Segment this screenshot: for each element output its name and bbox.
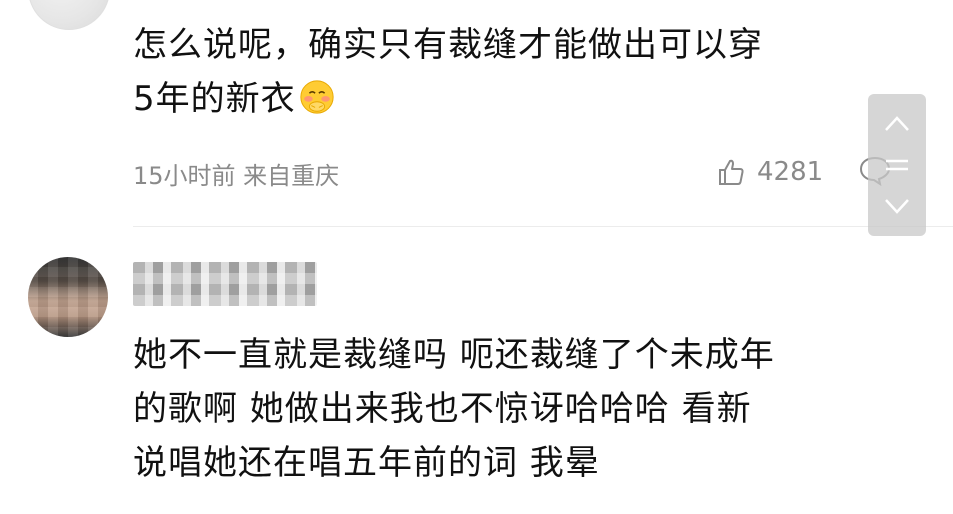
comment-line: 她不一直就是裁缝吗 呃还裁缝了个未成年 xyxy=(133,335,775,375)
chevron-down-icon[interactable] xyxy=(868,190,926,224)
comment-meta: 15小时前 来自重庆 xyxy=(133,162,340,190)
username-redacted[interactable] xyxy=(133,262,317,306)
divider xyxy=(133,226,953,227)
shy-face-emoji-icon xyxy=(300,80,334,114)
chevron-up-icon[interactable] xyxy=(868,106,926,140)
comment-line: 的歌啊 她做出来我也不惊讶哈哈哈 看新 xyxy=(133,389,752,429)
comment-line-text: 5年的新衣 xyxy=(133,79,296,119)
avatar[interactable] xyxy=(28,257,108,337)
comment-body: 怎么说呢，确实只有裁缝才能做出可以穿 5年的新衣 xyxy=(133,18,763,126)
drag-handle-icon[interactable] xyxy=(868,154,926,178)
avatar-blur xyxy=(28,257,108,337)
comment-line: 说唱她还在唱五年前的词 我晕 xyxy=(133,443,600,483)
avatar[interactable] xyxy=(28,0,110,30)
like-button[interactable]: 4281 xyxy=(717,154,823,190)
comment-line: 5年的新衣 xyxy=(133,72,763,126)
comment-body: 她不一直就是裁缝吗 呃还裁缝了个未成年 的歌啊 她做出来我也不惊讶哈哈哈 看新 … xyxy=(133,328,775,490)
thumbs-up-icon xyxy=(719,159,744,185)
like-count: 4281 xyxy=(757,157,824,187)
scroll-widget[interactable] xyxy=(868,94,926,236)
comment-line: 怎么说呢，确实只有裁缝才能做出可以穿 xyxy=(133,25,763,65)
